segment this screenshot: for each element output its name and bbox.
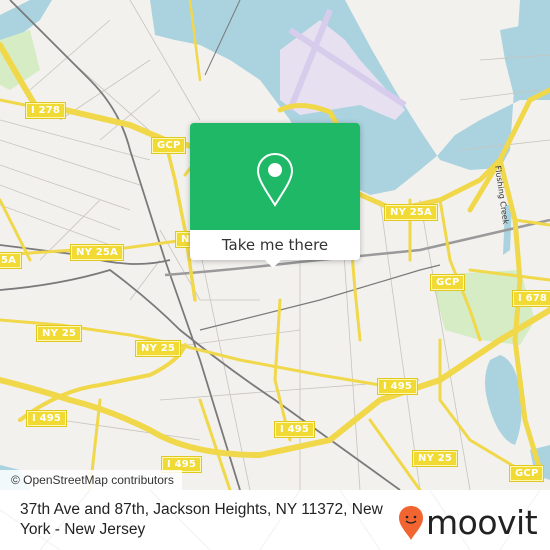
shield-gcp-west: GCP bbox=[152, 138, 186, 153]
water-bay-east bbox=[500, 20, 550, 100]
shield-gcp-southeast: GCP bbox=[510, 466, 544, 481]
shield-ny25a-east: NY 25A bbox=[385, 205, 437, 220]
moovit-wordmark: moovit bbox=[426, 503, 538, 542]
shield-i495-west: I 495 bbox=[27, 411, 67, 426]
shield-ny25a-west: NY 25A bbox=[71, 245, 123, 260]
address-text: 37th Ave and 87th, Jackson Heights, NY 1… bbox=[20, 501, 383, 538]
destination-popup[interactable]: Take me there bbox=[190, 123, 360, 268]
moovit-pin-smile-icon bbox=[399, 506, 423, 540]
shield-i278: I 278 bbox=[26, 103, 66, 118]
shield-i495-bottom: I 495 bbox=[275, 422, 315, 437]
popup-header bbox=[190, 123, 360, 230]
popup-pointer bbox=[264, 259, 282, 268]
shield-ny25-west: NY 25 bbox=[37, 326, 82, 341]
shield-gcp-east: GCP bbox=[431, 275, 465, 290]
take-me-there-button[interactable]: Take me there bbox=[190, 230, 360, 260]
shield-i495-east: I 495 bbox=[378, 379, 418, 394]
map[interactable]: I 278 GCP NY 25A 5A N NY 25A GCP I 678 N… bbox=[0, 0, 550, 490]
map-pin-icon bbox=[256, 152, 294, 207]
moovit-logo[interactable]: moovit bbox=[398, 503, 538, 543]
map-attribution[interactable]: © OpenStreetMap contributors bbox=[0, 470, 182, 490]
shield-ny25a-edge: 5A bbox=[0, 253, 22, 268]
shield-ny25-east: NY 25 bbox=[413, 451, 458, 466]
shield-i678: I 678 bbox=[513, 291, 550, 306]
shield-ny25-center: NY 25 bbox=[136, 341, 181, 356]
